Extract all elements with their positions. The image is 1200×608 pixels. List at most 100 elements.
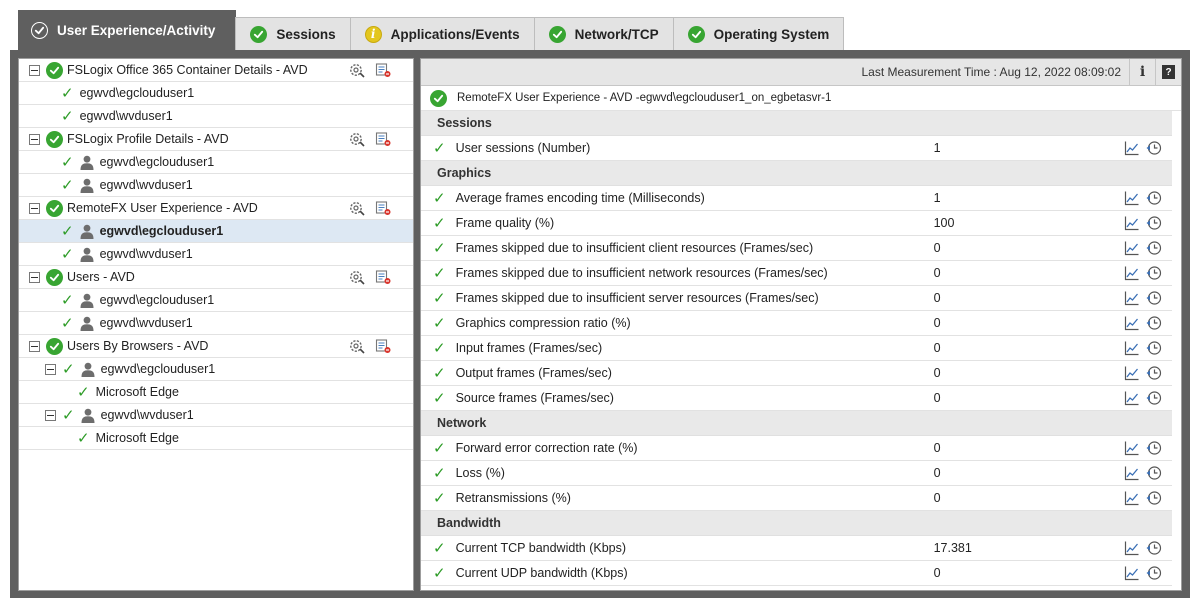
tab-sessions[interactable]: Sessions <box>235 17 351 50</box>
measure-value: 0 <box>933 316 941 330</box>
ok-check-icon: ✓ <box>433 239 446 257</box>
history-icon[interactable] <box>1146 440 1162 456</box>
config-icon[interactable] <box>349 200 365 216</box>
history-icon[interactable] <box>1146 215 1162 231</box>
report-icon[interactable] <box>375 338 391 354</box>
history-icon[interactable] <box>1146 190 1162 206</box>
config-icon[interactable] <box>349 269 365 285</box>
measure-value: 0 <box>933 341 941 355</box>
collapse-icon[interactable] <box>29 340 40 352</box>
graph-icon[interactable] <box>1124 140 1140 156</box>
history-icon[interactable] <box>1146 565 1162 581</box>
collapse-icon[interactable] <box>29 133 40 145</box>
tree-item[interactable]: ✓ egwvd\egclouduser1 <box>19 289 413 312</box>
tree-leaf[interactable]: ✓ Microsoft Edge <box>19 427 413 450</box>
tab-applications-events[interactable]: i Applications/Events <box>349 17 535 50</box>
graph-icon[interactable] <box>1124 490 1140 506</box>
graph-icon[interactable] <box>1124 365 1140 381</box>
graph-icon[interactable] <box>1124 565 1140 581</box>
tab-user-experience-activity[interactable]: User Experience/Activity <box>18 10 237 50</box>
tab-operating-system[interactable]: Operating System <box>672 17 845 50</box>
history-icon[interactable] <box>1146 390 1162 406</box>
tree-item[interactable]: ✓ egwvd\wvduser1 <box>19 174 413 197</box>
graph-icon[interactable] <box>1124 390 1140 406</box>
tab-label: User Experience/Activity <box>57 23 216 38</box>
help-button[interactable]: ? <box>1155 59 1181 85</box>
measure-row: ✓ Graphics compression ratio (%) 0 <box>421 311 1172 336</box>
history-icon[interactable] <box>1146 315 1162 331</box>
tree-item[interactable]: ✓ egwvd\wvduser1 <box>19 312 413 335</box>
graph-icon[interactable] <box>1124 190 1140 206</box>
tree-leaf[interactable]: ✓ Microsoft Edge <box>19 381 413 404</box>
measure-tools <box>1124 240 1162 256</box>
tree-label: egwvd\egclouduser1 <box>99 293 215 307</box>
measure-tools <box>1124 140 1162 156</box>
history-icon[interactable] <box>1146 540 1162 556</box>
history-icon[interactable] <box>1146 465 1162 481</box>
measure-row: ✓ Average frames encoding time (Milliseco… <box>421 186 1172 211</box>
graph-icon[interactable] <box>1124 440 1140 456</box>
help-icon: ? <box>1162 65 1175 79</box>
measure-value: 0 <box>933 366 941 380</box>
ok-check-icon: ✓ <box>433 489 446 507</box>
tree-item[interactable]: ✓ egwvd\egclouduser1 <box>19 151 413 174</box>
history-icon[interactable] <box>1146 340 1162 356</box>
ok-check-icon: ✓ <box>62 406 75 424</box>
graph-icon[interactable] <box>1124 265 1140 281</box>
tree-group[interactable]: Users - AVD <box>19 266 413 289</box>
tree-group[interactable]: Users By Browsers - AVD <box>19 335 413 358</box>
tree-subgroup[interactable]: ✓ egwvd\egclouduser1 <box>19 358 413 381</box>
tree-item[interactable]: ✓ egwvd\egclouduser1 <box>19 220 413 243</box>
graph-icon[interactable] <box>1124 340 1140 356</box>
collapse-icon[interactable] <box>29 64 40 76</box>
user-icon <box>80 247 94 262</box>
ok-check-icon: ✓ <box>433 339 446 357</box>
ok-check-icon: ✓ <box>61 84 74 102</box>
report-icon[interactable] <box>375 200 391 216</box>
measure-row: ✓ Current UDP bandwidth (Kbps) 0 <box>421 561 1172 586</box>
measure-row: ✓ Frames skipped due to insufficient serv… <box>421 286 1172 311</box>
tree-group[interactable]: RemoteFX User Experience - AVD <box>19 197 413 220</box>
config-icon[interactable] <box>349 62 365 78</box>
collapse-icon[interactable] <box>29 202 40 214</box>
measure-value: 100 <box>933 216 955 230</box>
info-button[interactable]: i <box>1129 59 1155 85</box>
graph-icon[interactable] <box>1124 465 1140 481</box>
measure-tools <box>1124 440 1162 456</box>
measure-name: Frame quality (%) <box>455 216 555 230</box>
report-icon[interactable] <box>375 131 391 147</box>
group-tools <box>349 200 391 216</box>
tree-item[interactable]: ✓ egwvd\wvduser1 <box>19 105 413 128</box>
tree-item[interactable]: ✓ egwvd\wvduser1 <box>19 243 413 266</box>
tree-subgroup[interactable]: ✓ egwvd\wvduser1 <box>19 404 413 427</box>
report-icon[interactable] <box>375 62 391 78</box>
history-icon[interactable] <box>1146 140 1162 156</box>
collapse-icon[interactable] <box>45 363 56 375</box>
report-icon[interactable] <box>375 269 391 285</box>
info-icon: i <box>1139 64 1146 80</box>
graph-icon[interactable] <box>1124 240 1140 256</box>
measure-name: Input frames (Frames/sec) <box>455 341 603 355</box>
tree-group[interactable]: FSLogix Profile Details - AVD <box>19 128 413 151</box>
graph-icon[interactable] <box>1124 315 1140 331</box>
graph-icon[interactable] <box>1124 290 1140 306</box>
history-icon[interactable] <box>1146 240 1162 256</box>
section-header: Network <box>421 411 1172 436</box>
config-icon[interactable] <box>349 131 365 147</box>
history-icon[interactable] <box>1146 365 1162 381</box>
ok-check-icon: ✓ <box>433 464 446 482</box>
tree-item[interactable]: ✓ egwvd\egclouduser1 <box>19 82 413 105</box>
history-icon[interactable] <box>1146 265 1162 281</box>
measure-value: 0 <box>933 291 941 305</box>
collapse-icon[interactable] <box>45 409 56 421</box>
tree-group[interactable]: FSLogix Office 365 Container Details - A… <box>19 59 413 82</box>
config-icon[interactable] <box>349 338 365 354</box>
tab-network-tcp[interactable]: Network/TCP <box>533 17 674 50</box>
measure-value: 0 <box>933 391 941 405</box>
ok-check-icon: ✓ <box>77 429 90 447</box>
graph-icon[interactable] <box>1124 215 1140 231</box>
history-icon[interactable] <box>1146 290 1162 306</box>
history-icon[interactable] <box>1146 490 1162 506</box>
graph-icon[interactable] <box>1124 540 1140 556</box>
collapse-icon[interactable] <box>29 271 40 283</box>
